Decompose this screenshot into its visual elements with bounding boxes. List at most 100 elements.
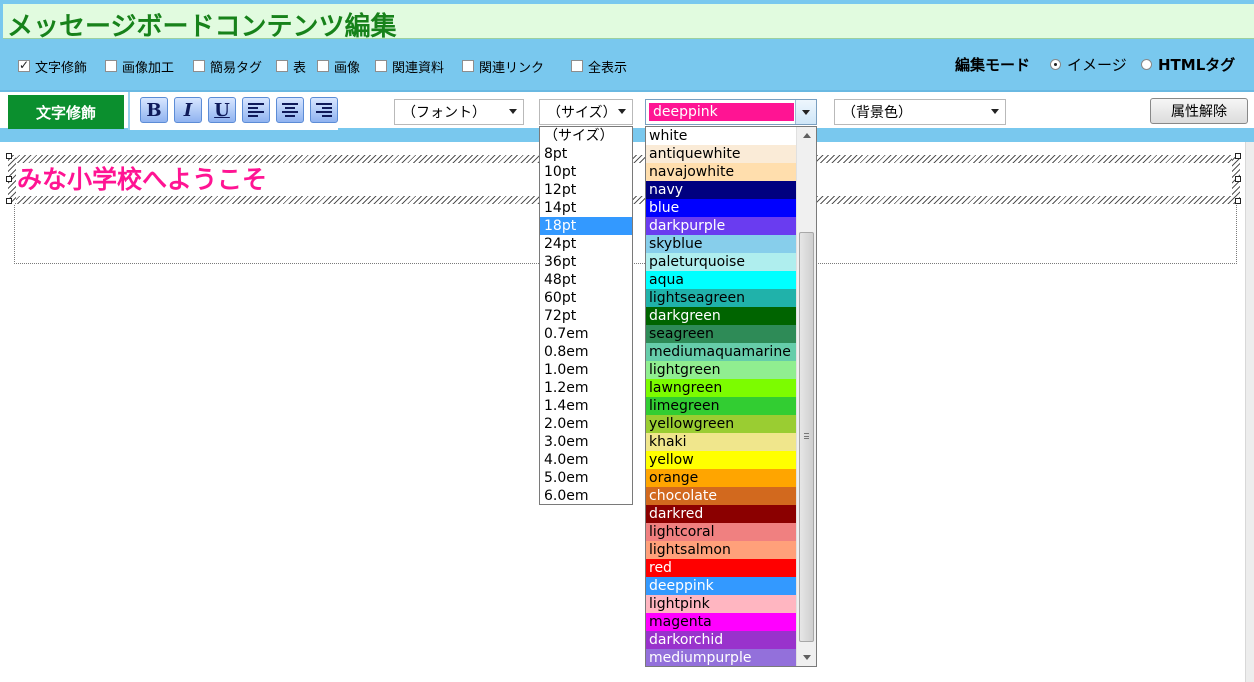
color-option[interactable]: blue <box>646 199 796 217</box>
color-option[interactable]: darkpurple <box>646 217 796 235</box>
color-dropdown-list[interactable]: white antiquewhite navajowhite navy blue dark… <box>645 126 817 667</box>
size-option[interactable]: 14pt <box>540 199 632 217</box>
checkbox-text-decoration[interactable]: 文字修飾 <box>18 57 87 76</box>
checkbox-image[interactable]: 画像 <box>317 57 360 76</box>
color-option[interactable]: orange <box>646 469 796 487</box>
size-option[interactable]: （サイズ） <box>540 127 632 145</box>
checkbox-box[interactable] <box>462 60 474 72</box>
color-option[interactable]: antiquewhite <box>646 145 796 163</box>
underline-button[interactable]: U <box>208 97 236 123</box>
checkbox-box[interactable] <box>193 60 205 72</box>
font-select-value: （フォント） <box>402 105 486 121</box>
background-color-select[interactable]: （背景色） <box>834 99 1006 125</box>
color-option[interactable]: lightcoral <box>646 523 796 541</box>
underline-icon: U <box>214 99 230 121</box>
radio-dot[interactable] <box>1050 59 1061 70</box>
checkbox-related-documents[interactable]: 関連資料 <box>375 57 444 76</box>
checkbox-table[interactable]: 表 <box>276 57 306 76</box>
size-select[interactable]: （サイズ） <box>539 99 633 125</box>
size-option[interactable]: 10pt <box>540 163 632 181</box>
checkbox-box[interactable] <box>105 60 117 72</box>
color-option[interactable]: navy <box>646 181 796 199</box>
color-option[interactable]: navajowhite <box>646 163 796 181</box>
checkbox-box[interactable] <box>317 60 329 72</box>
color-option[interactable]: red <box>646 559 796 577</box>
size-option[interactable]: 1.4em <box>540 397 632 415</box>
size-option[interactable]: 8pt <box>540 145 632 163</box>
size-option[interactable]: 5.0em <box>540 469 632 487</box>
size-option[interactable]: 36pt <box>540 253 632 271</box>
size-option[interactable]: 1.0em <box>540 361 632 379</box>
resize-handle[interactable] <box>1235 176 1241 182</box>
color-option[interactable]: limegreen <box>646 397 796 415</box>
checkbox-box[interactable] <box>571 60 583 72</box>
bold-button[interactable]: B <box>140 97 168 123</box>
page-scrollbar[interactable] <box>1245 142 1254 682</box>
color-option[interactable]: lightsalmon <box>646 541 796 559</box>
checkbox-box[interactable] <box>375 60 387 72</box>
grip-icon <box>804 433 809 439</box>
resize-handle[interactable] <box>1235 153 1241 159</box>
color-option[interactable]: seagreen <box>646 325 796 343</box>
align-right-button[interactable] <box>310 97 338 123</box>
size-option[interactable]: 0.8em <box>540 343 632 361</box>
checkbox-image-processing[interactable]: 画像加工 <box>105 57 174 76</box>
radio-html-mode[interactable]: HTMLタグ <box>1141 54 1235 75</box>
color-option[interactable]: darkred <box>646 505 796 523</box>
color-option[interactable]: mediumpurple <box>646 649 796 666</box>
color-option[interactable]: magenta <box>646 613 796 631</box>
color-option[interactable]: lightpink <box>646 595 796 613</box>
resize-handle[interactable] <box>6 176 12 182</box>
checkbox-box[interactable] <box>276 60 288 72</box>
checkbox-box[interactable] <box>18 58 30 72</box>
chevron-down-icon[interactable] <box>795 100 816 124</box>
color-option[interactable]: yellow <box>646 451 796 469</box>
color-option[interactable]: khaki <box>646 433 796 451</box>
size-option[interactable]: 0.7em <box>540 325 632 343</box>
text-color-select[interactable]: deeppink <box>645 99 817 125</box>
radio-dot[interactable] <box>1141 59 1152 70</box>
size-option[interactable]: 72pt <box>540 307 632 325</box>
color-option[interactable]: lightgreen <box>646 361 796 379</box>
align-center-button[interactable] <box>276 97 304 123</box>
color-option[interactable]: white <box>646 127 796 145</box>
size-option[interactable]: 3.0em <box>540 433 632 451</box>
resize-handle[interactable] <box>1235 198 1241 204</box>
color-option[interactable]: lawngreen <box>646 379 796 397</box>
welcome-heading[interactable]: みな小学校へようこそ <box>17 160 267 196</box>
color-option[interactable]: lightseagreen <box>646 289 796 307</box>
color-option[interactable]: deeppink <box>646 577 796 595</box>
color-option[interactable]: chocolate <box>646 487 796 505</box>
size-option[interactable]: 2.0em <box>540 415 632 433</box>
color-option[interactable]: mediumaquamarine <box>646 343 796 361</box>
chevron-up-icon[interactable] <box>803 133 811 138</box>
chevron-down-icon[interactable] <box>803 655 811 660</box>
color-option[interactable]: darkorchid <box>646 631 796 649</box>
resize-handle[interactable] <box>6 198 12 204</box>
color-list-scrollbar[interactable] <box>796 127 816 666</box>
checkbox-related-links[interactable]: 関連リンク <box>462 57 544 76</box>
checkbox-simple-tags[interactable]: 簡易タグ <box>193 57 262 76</box>
size-option[interactable]: 48pt <box>540 271 632 289</box>
color-option[interactable]: yellowgreen <box>646 415 796 433</box>
color-option[interactable]: paleturquoise <box>646 253 796 271</box>
scrollbar-thumb[interactable] <box>799 232 814 642</box>
align-left-button[interactable] <box>242 97 270 123</box>
size-option[interactable]: 1.2em <box>540 379 632 397</box>
radio-image-mode[interactable]: イメージ <box>1050 54 1127 75</box>
size-option[interactable]: 6.0em <box>540 487 632 505</box>
size-option[interactable]: 12pt <box>540 181 632 199</box>
font-select[interactable]: （フォント） <box>394 99 524 125</box>
size-dropdown-list[interactable]: （サイズ） 8pt 10pt 12pt 14pt 18pt 24pt 36pt 48pt 60p… <box>539 126 633 505</box>
italic-button[interactable]: I <box>174 97 202 123</box>
size-option[interactable]: 4.0em <box>540 451 632 469</box>
resize-handle[interactable] <box>6 153 12 159</box>
color-option[interactable]: skyblue <box>646 235 796 253</box>
size-option[interactable]: 60pt <box>540 289 632 307</box>
color-option[interactable]: aqua <box>646 271 796 289</box>
checkbox-show-all[interactable]: 全表示 <box>571 57 627 76</box>
clear-attributes-button[interactable]: 属性解除 <box>1150 98 1248 124</box>
size-option[interactable]: 24pt <box>540 235 632 253</box>
color-option[interactable]: darkgreen <box>646 307 796 325</box>
size-option[interactable]: 18pt <box>540 217 632 235</box>
